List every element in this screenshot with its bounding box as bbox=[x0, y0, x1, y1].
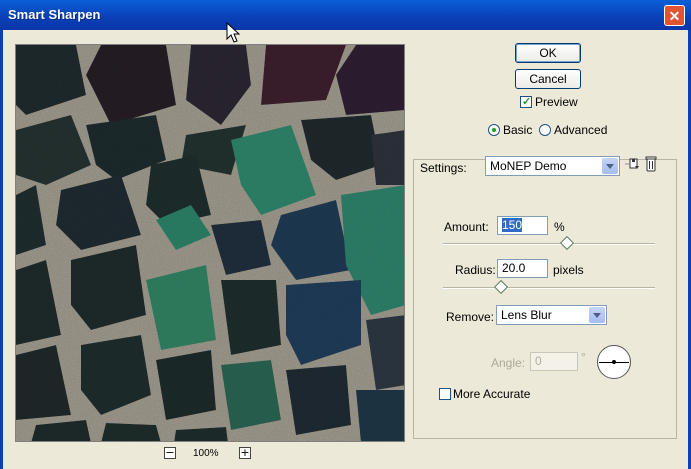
close-button[interactable]: ✕ bbox=[664, 5, 685, 26]
angle-dial[interactable] bbox=[597, 345, 631, 379]
window-title: Smart Sharpen bbox=[8, 7, 101, 22]
preview-image[interactable] bbox=[15, 44, 405, 442]
zoom-level: 100% bbox=[193, 448, 219, 459]
basic-label: Basic bbox=[503, 123, 533, 137]
remove-select[interactable]: Lens Blur bbox=[496, 305, 607, 325]
zoom-in-button[interactable]: + bbox=[239, 447, 251, 459]
check-icon: ✓ bbox=[522, 96, 532, 108]
basic-radio[interactable] bbox=[488, 124, 500, 136]
angle-label: Angle: bbox=[491, 356, 526, 370]
amount-selected-text: 150 bbox=[502, 218, 523, 232]
zoom-out-button[interactable]: − bbox=[164, 447, 176, 459]
remove-value: Lens Blur bbox=[501, 308, 552, 322]
amount-label: Amount: bbox=[444, 220, 489, 234]
ok-button[interactable]: OK bbox=[515, 43, 581, 63]
amount-slider-track[interactable] bbox=[443, 243, 655, 245]
amount-input[interactable]: 150 bbox=[497, 216, 548, 235]
angle-input[interactable]: 0 bbox=[530, 352, 578, 371]
zoom-controls: − 100% + bbox=[160, 447, 260, 463]
advanced-label: Advanced bbox=[554, 123, 608, 137]
radius-input[interactable]: 20.0 bbox=[497, 259, 548, 278]
preview-label: Preview bbox=[535, 95, 578, 109]
settings-select[interactable]: MoNEP Demo bbox=[485, 156, 620, 176]
radius-unit: pixels bbox=[553, 263, 584, 277]
settings-label: Settings: bbox=[420, 161, 467, 175]
angle-unit: ° bbox=[581, 350, 586, 364]
trash-icon[interactable] bbox=[644, 155, 658, 172]
cancel-button[interactable]: Cancel bbox=[515, 69, 581, 89]
chevron-down-icon bbox=[589, 307, 605, 323]
settings-value: MoNEP Demo bbox=[490, 159, 567, 173]
advanced-radio[interactable] bbox=[539, 124, 551, 136]
preview-checkbox[interactable]: ✓ bbox=[520, 96, 532, 108]
more-accurate-label: More Accurate bbox=[453, 387, 531, 401]
title-bar: Smart Sharpen ✕ bbox=[0, 0, 691, 30]
amount-unit: % bbox=[554, 220, 565, 234]
radius-label: Radius: bbox=[455, 263, 496, 277]
chevron-down-icon bbox=[602, 158, 618, 174]
save-settings-icon[interactable] bbox=[625, 156, 641, 172]
more-accurate-checkbox[interactable] bbox=[439, 388, 451, 400]
mosaic-image bbox=[16, 45, 404, 441]
angle-dial-center bbox=[612, 360, 616, 364]
remove-label: Remove: bbox=[446, 310, 495, 324]
radius-slider-track[interactable] bbox=[443, 287, 655, 289]
